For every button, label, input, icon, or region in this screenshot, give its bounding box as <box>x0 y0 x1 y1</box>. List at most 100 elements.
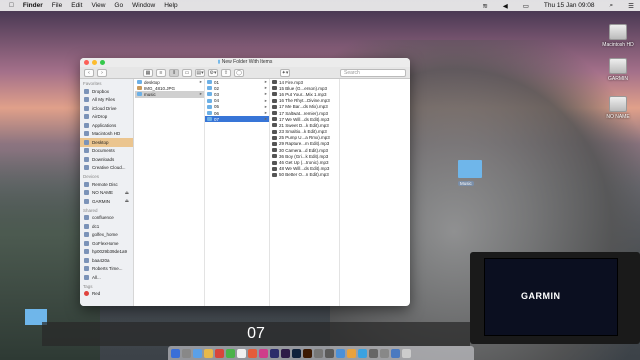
sidebar-item-shared[interactable]: dc1 <box>80 222 133 231</box>
battery-icon[interactable]: ▭ <box>523 2 529 10</box>
eject-icon[interactable]: ⏏ <box>125 190 129 196</box>
sidebar-item-icloud-drive[interactable]: iCloud Drive <box>80 104 133 113</box>
sidebar-item-tag-red[interactable]: Red <box>80 290 133 299</box>
chrome-icon[interactable] <box>248 348 257 358</box>
list-item[interactable]: 07 ▸ <box>205 116 269 123</box>
premiere-icon[interactable] <box>281 348 290 358</box>
sidebar-item-no-name[interactable]: NO NAME ⏏ <box>80 189 133 198</box>
sidebar-item-creative-cloud[interactable]: Creative Cloud... <box>80 164 133 173</box>
sidebar-item-documents[interactable]: Documents <box>80 147 133 156</box>
desktop-icon-garmin[interactable]: GARMIN <box>596 58 640 82</box>
disc-icon <box>84 181 89 187</box>
vlc-icon[interactable] <box>347 348 356 358</box>
sidebar-item-airdrop[interactable]: AirDrop <box>80 113 133 122</box>
notes-icon[interactable] <box>204 348 213 358</box>
sidebar-item-garmin[interactable]: GARMIN ⏏ <box>80 197 133 206</box>
folder-icon <box>207 92 212 97</box>
minimize-button[interactable] <box>92 60 97 65</box>
sidebar-section-shared: Shared <box>83 207 98 213</box>
zoom-button[interactable] <box>100 60 105 65</box>
menu-app[interactable]: Finder <box>23 2 43 9</box>
downloads-stack-icon[interactable] <box>391 348 400 358</box>
sidebar-item-shared[interactable]: golfex_home <box>80 231 133 240</box>
photos-icon[interactable] <box>237 348 246 358</box>
menu-window[interactable]: Window <box>132 2 155 9</box>
sidebar-item-remote-disc[interactable]: Remote Disc <box>80 180 133 189</box>
trash-icon[interactable] <box>402 348 411 358</box>
sidebar-section-devices: Devices <box>83 174 100 179</box>
action-gear-button[interactable]: ⚙▾ <box>208 68 218 77</box>
list-item[interactable]: 50 Better O...n Edit).mp3 <box>270 172 339 178</box>
desktop-folder-icon[interactable] <box>458 160 482 178</box>
sidebar-item-all-my-files[interactable]: All My Files <box>80 96 133 105</box>
list-icon[interactable]: ☰ <box>628 2 634 10</box>
sidebar-item-dropbox[interactable]: Dropbox <box>80 87 133 96</box>
finder-icon[interactable] <box>171 348 180 358</box>
window-titlebar[interactable]: ▮ New Folder With Items <box>80 58 410 67</box>
list-item[interactable]: music ▸ <box>135 91 204 98</box>
sidebar-item-shared[interactable]: GoFlexHome <box>80 239 133 248</box>
server-icon <box>84 266 89 272</box>
tag-button[interactable]: ◯ <box>234 68 244 77</box>
dropbox-button[interactable]: ✦▾ <box>280 68 290 77</box>
volume-icon[interactable]: ◀ <box>503 2 508 10</box>
drive-icon <box>84 131 89 137</box>
after-effects-icon[interactable] <box>270 348 279 358</box>
terminal-icon[interactable] <box>325 348 334 358</box>
sidebar-item-downloads[interactable]: Downloads <box>80 155 133 164</box>
apple-icon[interactable]:  <box>9 2 14 9</box>
app-icon[interactable] <box>369 348 378 358</box>
column-view-button[interactable]: ⫴ <box>169 68 179 77</box>
menu-help[interactable]: Help <box>164 2 177 9</box>
app-store-icon[interactable] <box>336 348 345 358</box>
system-preferences-icon[interactable] <box>314 348 323 358</box>
search-icon[interactable]: ⌕ <box>610 2 614 10</box>
app-icon[interactable] <box>380 348 389 358</box>
folder-icon <box>207 80 212 85</box>
sidebar-item-desktop[interactable]: Desktop <box>80 138 133 147</box>
menu-file[interactable]: File <box>52 2 62 9</box>
icon-view-button[interactable]: ▦ <box>143 68 153 77</box>
cloud-icon <box>84 105 89 111</box>
facetime-icon[interactable] <box>226 348 235 358</box>
clock[interactable]: Thu 15 Jan 09:08 <box>544 2 595 9</box>
safari-icon[interactable] <box>193 348 202 358</box>
sidebar-item-shared[interactable]: hp0029b39de1a9 <box>80 248 133 257</box>
sidebar-item-shared-all[interactable]: All... <box>80 273 133 282</box>
menu-view[interactable]: View <box>91 2 105 9</box>
itunes-icon[interactable] <box>259 348 268 358</box>
list-view-button[interactable]: ≡ <box>156 68 166 77</box>
share-button[interactable]: ⇧ <box>221 68 231 77</box>
audio-file-icon <box>272 123 277 128</box>
audio-file-icon <box>272 98 277 103</box>
wifi-icon[interactable]: ≋ <box>482 2 487 10</box>
folder-icon <box>207 111 212 116</box>
skype-icon[interactable] <box>358 348 367 358</box>
cover-flow-button[interactable]: ▭ <box>182 68 192 77</box>
illustrator-icon[interactable] <box>303 348 312 358</box>
eject-icon[interactable]: ⏏ <box>125 198 129 204</box>
launchpad-icon[interactable] <box>182 348 191 358</box>
audio-file-icon <box>272 135 277 140</box>
back-button[interactable]: ‹ <box>84 68 94 77</box>
forward-button[interactable]: › <box>97 68 107 77</box>
sidebar-item-macintosh-hd[interactable]: Macintosh HD <box>80 130 133 139</box>
photoshop-icon[interactable] <box>292 348 301 358</box>
folder-icon <box>207 104 212 109</box>
sidebar-item-shared[interactable]: confluence <box>80 214 133 223</box>
desktop-icon-macintosh-hd[interactable]: Macintosh HD <box>596 24 640 48</box>
sidebar-item-shared[interactable]: baa420a <box>80 256 133 265</box>
menu-edit[interactable]: Edit <box>71 2 82 9</box>
sidebar-item-shared[interactable]: Roberts Time... <box>80 265 133 274</box>
drive-icon <box>609 96 627 112</box>
close-button[interactable] <box>84 60 89 65</box>
calendar-icon[interactable] <box>215 348 224 358</box>
arrange-button[interactable]: ▤▾ <box>195 68 205 77</box>
desktop-icon-no-name[interactable]: NO NAME <box>596 96 640 120</box>
dropbox-icon <box>84 88 89 94</box>
column-4-empty <box>340 79 410 306</box>
menu-go[interactable]: Go <box>114 2 123 9</box>
sidebar-item-applications[interactable]: Applications <box>80 121 133 130</box>
search-field[interactable]: Search <box>340 68 406 77</box>
column-3: 14 Fire.mp3 15 Blue (G...erson).mp3 16 P… <box>270 79 340 306</box>
